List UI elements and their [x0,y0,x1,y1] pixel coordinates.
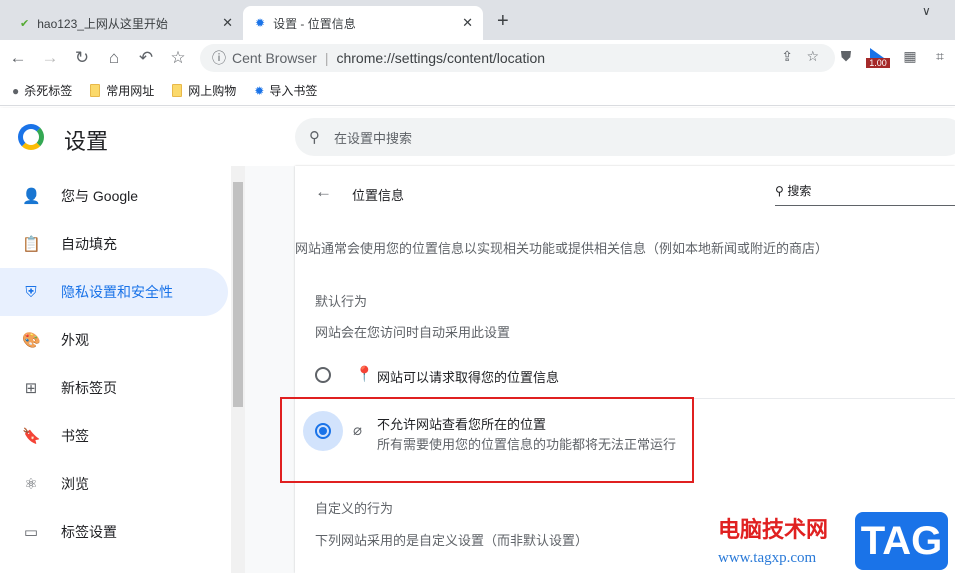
folder-icon [90,84,101,97]
folder-icon [172,84,183,97]
custom-subtext: 下列网站采用的是自定义设置（而非默认设置） [315,533,589,548]
toolbar: ← → ↻ ⌂ ↶ ☆ ⓘ Cent Browser | chrome://se… [0,40,955,76]
settings-header: 设置 ⚲ 在设置中搜索 [0,108,955,166]
radio-allow[interactable] [315,367,331,383]
close-tab-icon[interactable]: ✕ [222,15,233,31]
bookmark-folder-shopping[interactable]: 网上购物 [172,82,236,99]
back-icon[interactable]: ← [8,48,28,68]
back-button[interactable]: ← [315,182,332,202]
bookmark-import[interactable]: ✹ 导入书签 [254,82,317,99]
bookmark-icon: 🔖 [22,428,41,445]
highlight-box [280,397,694,483]
content-gutter [245,166,295,573]
custom-heading: 自定义的行为 [315,501,394,516]
palette-icon: 🎨 [22,332,41,349]
tab-search-chevron-icon[interactable]: ∨ [922,4,931,18]
extensions-grid-icon[interactable]: ▦ [900,48,920,65]
home-icon[interactable]: ⌂ [104,48,124,68]
bookmark-folder-common[interactable]: 常用网址 [90,82,154,99]
search-icon: ⚲ [775,184,784,198]
close-tab-icon[interactable]: ✕ [462,15,473,31]
new-tab-icon: ⊞ [24,380,38,397]
reload-icon[interactable]: ↻ [72,48,92,68]
person-icon: 👤 [22,188,41,205]
tab-icon: ▭ [23,524,39,541]
sidebar-item-appearance[interactable]: 🎨 外观 [0,316,228,364]
tab-strip: ✔ hao123_上网从这里开始 ✕ ✹ 设置 - 位置信息 ✕ + ∨ [0,0,955,40]
hao-logo-icon: ✔ [20,17,30,30]
tab-settings[interactable]: ✹ 设置 - 位置信息 ✕ [243,6,483,40]
description: 网站通常会使用您的位置信息以实现相关功能或提供相关信息（例如本地新闻或附近的商店… [295,241,829,256]
new-tab-button[interactable]: + [497,10,509,33]
page-title: 设置 [64,129,109,154]
sidebar-item-browsing[interactable]: ⚛ 浏览 [0,460,228,508]
settings-search-input[interactable]: ⚲ 在设置中搜索 [295,118,955,156]
tab-hao123[interactable]: ✔ hao123_上网从这里开始 ✕ [8,6,243,40]
forward-icon[interactable]: → [40,48,60,68]
atom-icon: ⚛ [24,476,38,493]
undo-close-icon[interactable]: ↶ [136,48,156,68]
sidebar-item-privacy[interactable]: ⛨ 隐私设置和安全性 [0,268,228,316]
sidebar-item-new-tab[interactable]: ⊞ 新标签页 [0,364,228,412]
watermark-logo: TAG [855,512,948,570]
section-title: 位置信息 [352,188,405,203]
cent-browser-logo [18,124,44,150]
sidebar-item-you-and-google[interactable]: 👤 您与 Google [0,172,228,220]
sidebar-item-bookmarks[interactable]: 🔖 书签 [0,412,228,460]
location-settings-card: ← 位置信息 ⚲ 搜索 网站通常会使用您的位置信息以实现相关功能或提供相关信息（… [295,166,955,573]
bookmark-kill-tabs[interactable]: ● 杀死标签 [12,82,72,99]
sidebar-scrollbar-thumb[interactable] [233,182,243,407]
search-icon: ⚲ [309,129,320,146]
gear-icon: ✹ [254,83,265,98]
section-search-input[interactable]: ⚲ 搜索 [775,182,955,206]
address-bar[interactable]: ⓘ Cent Browser | chrome://settings/conte… [200,44,835,72]
clipboard-icon: 📋 [22,236,41,253]
bookmarks-bar: ● 杀死标签 常用网址 网上购物 ✹ 导入书签 [0,76,955,106]
gear-icon: ✹ [255,16,266,30]
info-icon: ⓘ [212,50,226,66]
sidebar: 👤 您与 Google 📋 自动填充 ⛨ 隐私设置和安全性 🎨 外观 ⊞ 新标签页 🔖 书签… [0,166,231,573]
sidebar-item-tab-settings[interactable]: ▭ 标签设置 [0,508,228,556]
ublock-icon[interactable]: ⛊ [836,48,856,65]
extension-icon[interactable]: 1.00 [866,48,890,68]
bookmark-star-icon[interactable]: ☆ [168,48,188,68]
default-subtext: 网站会在您访问时自动采用此设置 [315,325,511,340]
location-pin-icon: 📍 [355,366,374,383]
globe-icon: ● [12,83,20,98]
default-heading: 默认行为 [315,294,368,309]
share-icon[interactable]: ⇪ [781,48,793,65]
shield-icon: ⛨ [25,283,37,301]
star-icon[interactable]: ☆ [806,48,819,65]
crop-icon[interactable]: ⌗ [930,48,950,65]
watermark-url: www.tagxp.com [718,550,817,566]
sidebar-item-autofill[interactable]: 📋 自动填充 [0,220,228,268]
watermark-text: 电脑技术网 [718,517,829,542]
